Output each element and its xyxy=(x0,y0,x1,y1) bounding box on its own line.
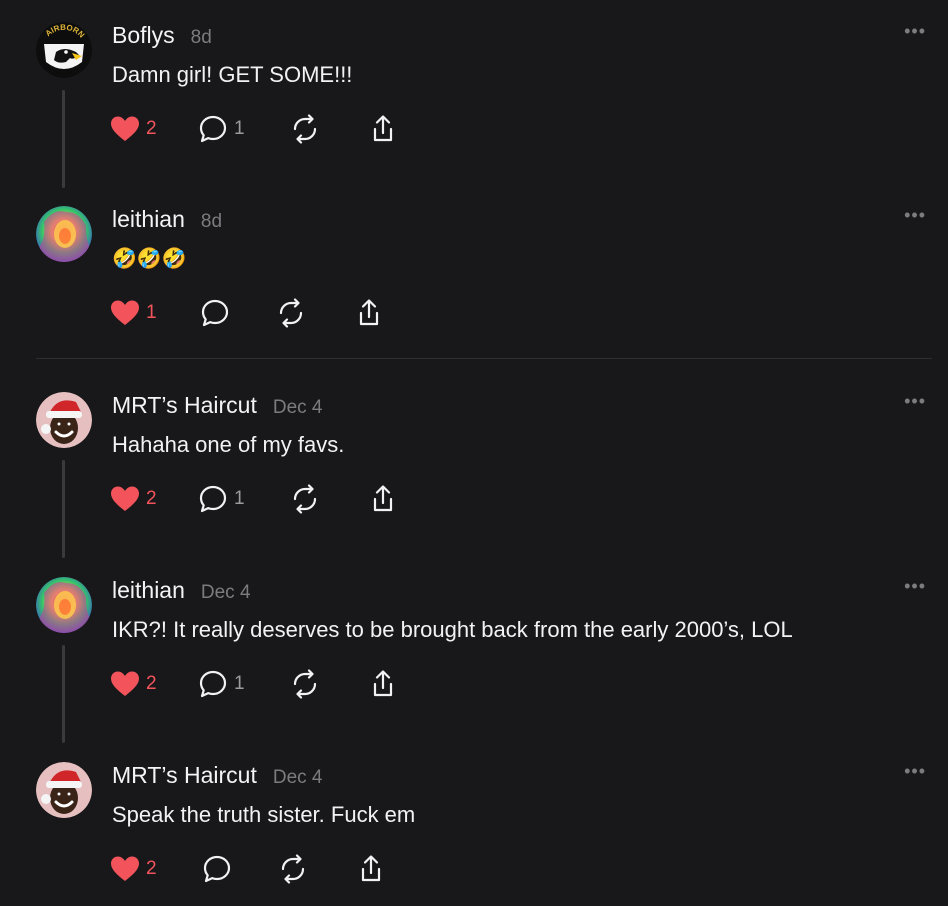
avatar[interactable]: AIRBORNE xyxy=(36,22,92,78)
repost-icon xyxy=(279,298,303,328)
share-button[interactable] xyxy=(356,854,386,884)
like-button[interactable]: 1 xyxy=(110,298,157,328)
post-text: IKR?! It really deserves to be brought b… xyxy=(112,617,793,642)
heart-filled-icon xyxy=(111,671,139,696)
avatar[interactable] xyxy=(36,762,92,818)
share-icon xyxy=(373,485,393,512)
timestamp: Dec 4 xyxy=(200,582,251,603)
post-header: leithian Dec 4 xyxy=(112,577,251,605)
avatar[interactable] xyxy=(36,577,92,633)
comment-bubble-icon xyxy=(199,115,227,143)
username[interactable]: leithian xyxy=(112,206,185,233)
comment-bubble-icon xyxy=(201,299,229,327)
post-text: Speak the truth sister. Fuck em xyxy=(112,802,416,827)
repost-button[interactable] xyxy=(276,298,306,328)
username[interactable]: leithian xyxy=(112,577,185,604)
post-header: leithian 8d xyxy=(112,206,222,234)
username[interactable]: Boflys xyxy=(112,22,175,49)
post-text: Hahaha one of my favs. xyxy=(112,432,345,457)
post-header: MRT’s Haircut Dec 4 xyxy=(112,762,322,790)
repost-icon xyxy=(281,854,305,884)
username[interactable]: MRT’s Haircut xyxy=(112,762,257,789)
post-actions: 2 1 xyxy=(110,484,510,514)
avatar[interactable] xyxy=(36,206,92,262)
timestamp: 8d xyxy=(190,27,212,48)
timestamp: Dec 4 xyxy=(272,767,323,788)
heart-filled-icon xyxy=(111,300,139,325)
like-button[interactable]: 2 xyxy=(110,854,157,884)
more-options-icon[interactable]: ••• xyxy=(904,206,926,224)
like-count: 1 xyxy=(146,302,157,323)
like-count: 2 xyxy=(146,673,157,694)
repost-icon xyxy=(293,669,317,699)
comment-bubble-icon xyxy=(203,855,231,883)
like-button[interactable]: 2 xyxy=(110,114,157,144)
more-options-icon[interactable]: ••• xyxy=(904,22,926,40)
reply-button[interactable]: 1 xyxy=(198,669,245,699)
timestamp: 8d xyxy=(200,211,223,232)
share-button[interactable] xyxy=(354,298,384,328)
repost-button[interactable] xyxy=(290,669,320,699)
username[interactable]: MRT’s Haircut xyxy=(112,392,257,419)
like-button[interactable]: 2 xyxy=(110,484,157,514)
repost-icon xyxy=(293,484,317,514)
post-actions: 2 xyxy=(110,854,510,884)
comment-bubble-icon xyxy=(199,670,227,698)
reply-button[interactable] xyxy=(200,298,230,328)
thread-line xyxy=(62,645,65,743)
share-button[interactable] xyxy=(368,669,398,699)
reply-count: 1 xyxy=(234,488,245,509)
reply-button[interactable] xyxy=(202,854,232,884)
comment-bubble-icon xyxy=(199,485,227,513)
more-options-icon[interactable]: ••• xyxy=(904,762,926,780)
heart-filled-icon xyxy=(111,116,139,141)
repost-button[interactable] xyxy=(290,114,320,144)
thread-divider xyxy=(36,358,932,359)
reply-button[interactable]: 1 xyxy=(198,114,245,144)
repost-button[interactable] xyxy=(290,484,320,514)
like-count: 2 xyxy=(146,488,157,509)
like-button[interactable]: 2 xyxy=(110,669,157,699)
more-options-icon[interactable]: ••• xyxy=(904,577,926,595)
reply-count: 1 xyxy=(234,118,245,139)
share-icon xyxy=(373,115,393,142)
timestamp: Dec 4 xyxy=(272,397,323,418)
reply-button[interactable]: 1 xyxy=(198,484,245,514)
share-button[interactable] xyxy=(368,484,398,514)
share-icon xyxy=(361,855,381,882)
share-button[interactable] xyxy=(368,114,398,144)
share-icon xyxy=(373,670,393,697)
heart-filled-icon xyxy=(111,856,139,881)
post-actions: 1 xyxy=(110,298,510,328)
avatar[interactable] xyxy=(36,392,92,448)
heart-filled-icon xyxy=(111,486,139,511)
post-text: Damn girl! GET SOME!!! xyxy=(112,62,353,87)
post-actions: 2 1 xyxy=(110,114,510,144)
more-options-icon[interactable]: ••• xyxy=(904,392,926,410)
post-actions: 2 1 xyxy=(110,669,510,699)
like-count: 2 xyxy=(146,118,157,139)
repost-icon xyxy=(293,114,317,144)
thread-line xyxy=(62,460,65,558)
post-header: Boflys 8d xyxy=(112,22,212,50)
reply-count: 1 xyxy=(234,673,245,694)
share-icon xyxy=(359,299,379,326)
like-count: 2 xyxy=(146,858,157,879)
repost-button[interactable] xyxy=(278,854,308,884)
post-header: MRT’s Haircut Dec 4 xyxy=(112,392,322,420)
post-text: 🤣🤣🤣 xyxy=(112,248,187,270)
thread-line xyxy=(62,90,65,188)
